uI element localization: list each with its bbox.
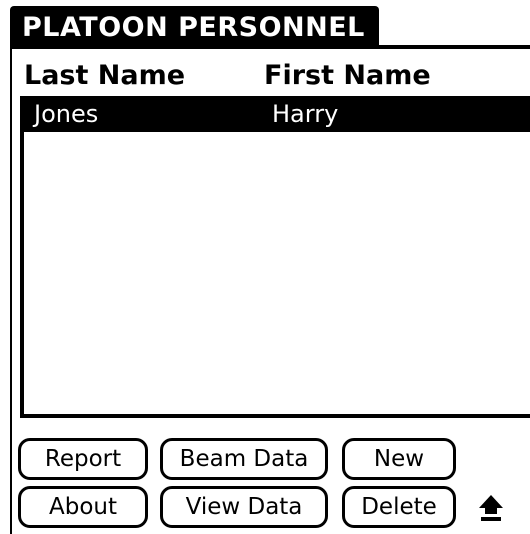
- cell-last-name: Jones: [34, 100, 99, 128]
- report-button[interactable]: Report: [18, 438, 148, 480]
- beam-data-button[interactable]: Beam Data: [160, 438, 328, 480]
- about-button[interactable]: About: [18, 486, 148, 528]
- list-item[interactable]: Jones Harry: [24, 96, 530, 132]
- view-data-button[interactable]: View Data: [160, 486, 328, 528]
- delete-button[interactable]: Delete: [342, 486, 456, 528]
- window-frame-left: [10, 49, 12, 534]
- new-button[interactable]: New: [342, 438, 456, 480]
- app-title: PLATOON PERSONNEL: [10, 6, 379, 49]
- column-header-first-name: First Name: [264, 60, 431, 91]
- up-arrow-icon[interactable]: [478, 494, 504, 522]
- cell-first-name: Harry: [272, 100, 339, 128]
- column-header-last-name: Last Name: [24, 60, 186, 91]
- personnel-list[interactable]: Jones Harry: [20, 96, 530, 418]
